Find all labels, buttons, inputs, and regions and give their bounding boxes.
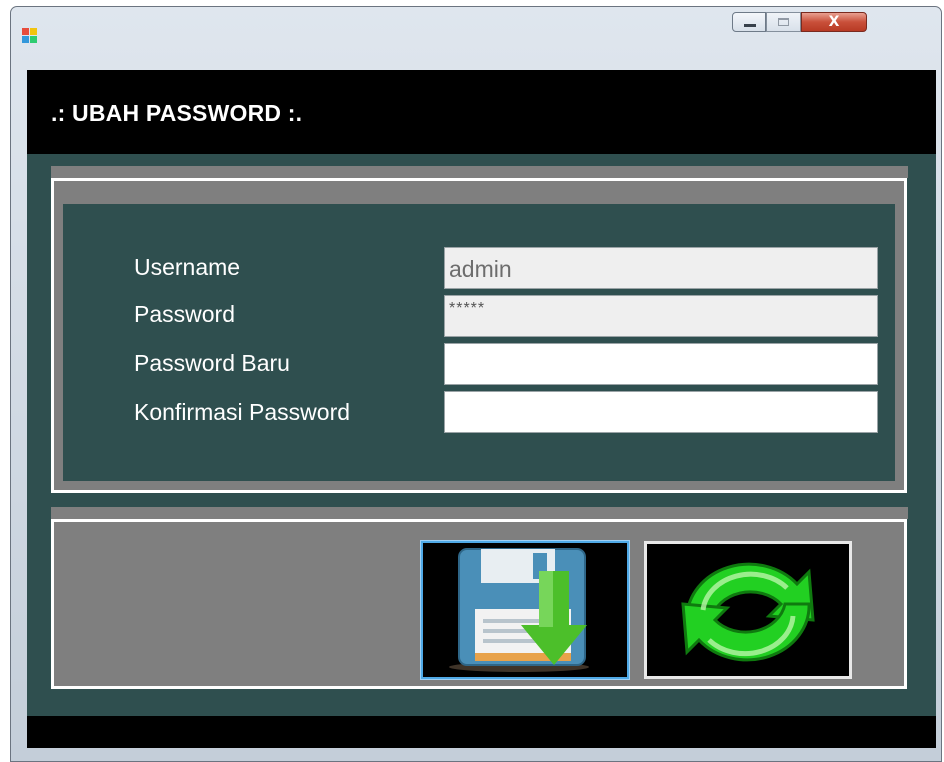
windows-form-icon[interactable] bbox=[22, 28, 38, 44]
group-border-bottom bbox=[54, 481, 904, 490]
header-bar: .: UBAH PASSWORD :. bbox=[27, 70, 936, 154]
close-icon: X bbox=[828, 14, 840, 30]
confirm-password-label: Konfirmasi Password bbox=[134, 399, 351, 425]
minimize-button[interactable] bbox=[732, 12, 766, 32]
maximize-icon bbox=[778, 18, 789, 26]
close-button[interactable]: X bbox=[801, 12, 867, 32]
form-client-area: .: UBAH PASSWORD :. Username admin Passw… bbox=[27, 70, 936, 748]
buttons-top-strip bbox=[51, 507, 908, 519]
password-label: Password bbox=[134, 301, 235, 327]
minimize-icon bbox=[744, 24, 756, 27]
maximize-button[interactable] bbox=[766, 12, 801, 32]
new-password-label: Password Baru bbox=[134, 350, 290, 376]
group-border-top bbox=[54, 181, 904, 204]
page-title: .: UBAH PASSWORD :. bbox=[51, 100, 303, 126]
refresh-icon bbox=[681, 562, 815, 662]
actions-group bbox=[51, 519, 907, 689]
save-button[interactable] bbox=[421, 541, 629, 679]
refresh-button[interactable] bbox=[644, 541, 852, 679]
floppy-save-icon bbox=[449, 548, 589, 672]
group-top-strip bbox=[51, 166, 908, 178]
password-field[interactable]: ***** bbox=[444, 295, 878, 337]
footer-bar bbox=[27, 716, 936, 748]
username-field[interactable]: admin bbox=[444, 247, 878, 289]
group-border-right bbox=[895, 181, 904, 490]
new-password-field[interactable] bbox=[444, 343, 878, 385]
username-label: Username bbox=[134, 254, 241, 280]
confirm-password-field[interactable] bbox=[444, 391, 878, 433]
group-border-left bbox=[54, 181, 63, 490]
credentials-group: Username admin Password ***** Password B… bbox=[51, 178, 907, 493]
